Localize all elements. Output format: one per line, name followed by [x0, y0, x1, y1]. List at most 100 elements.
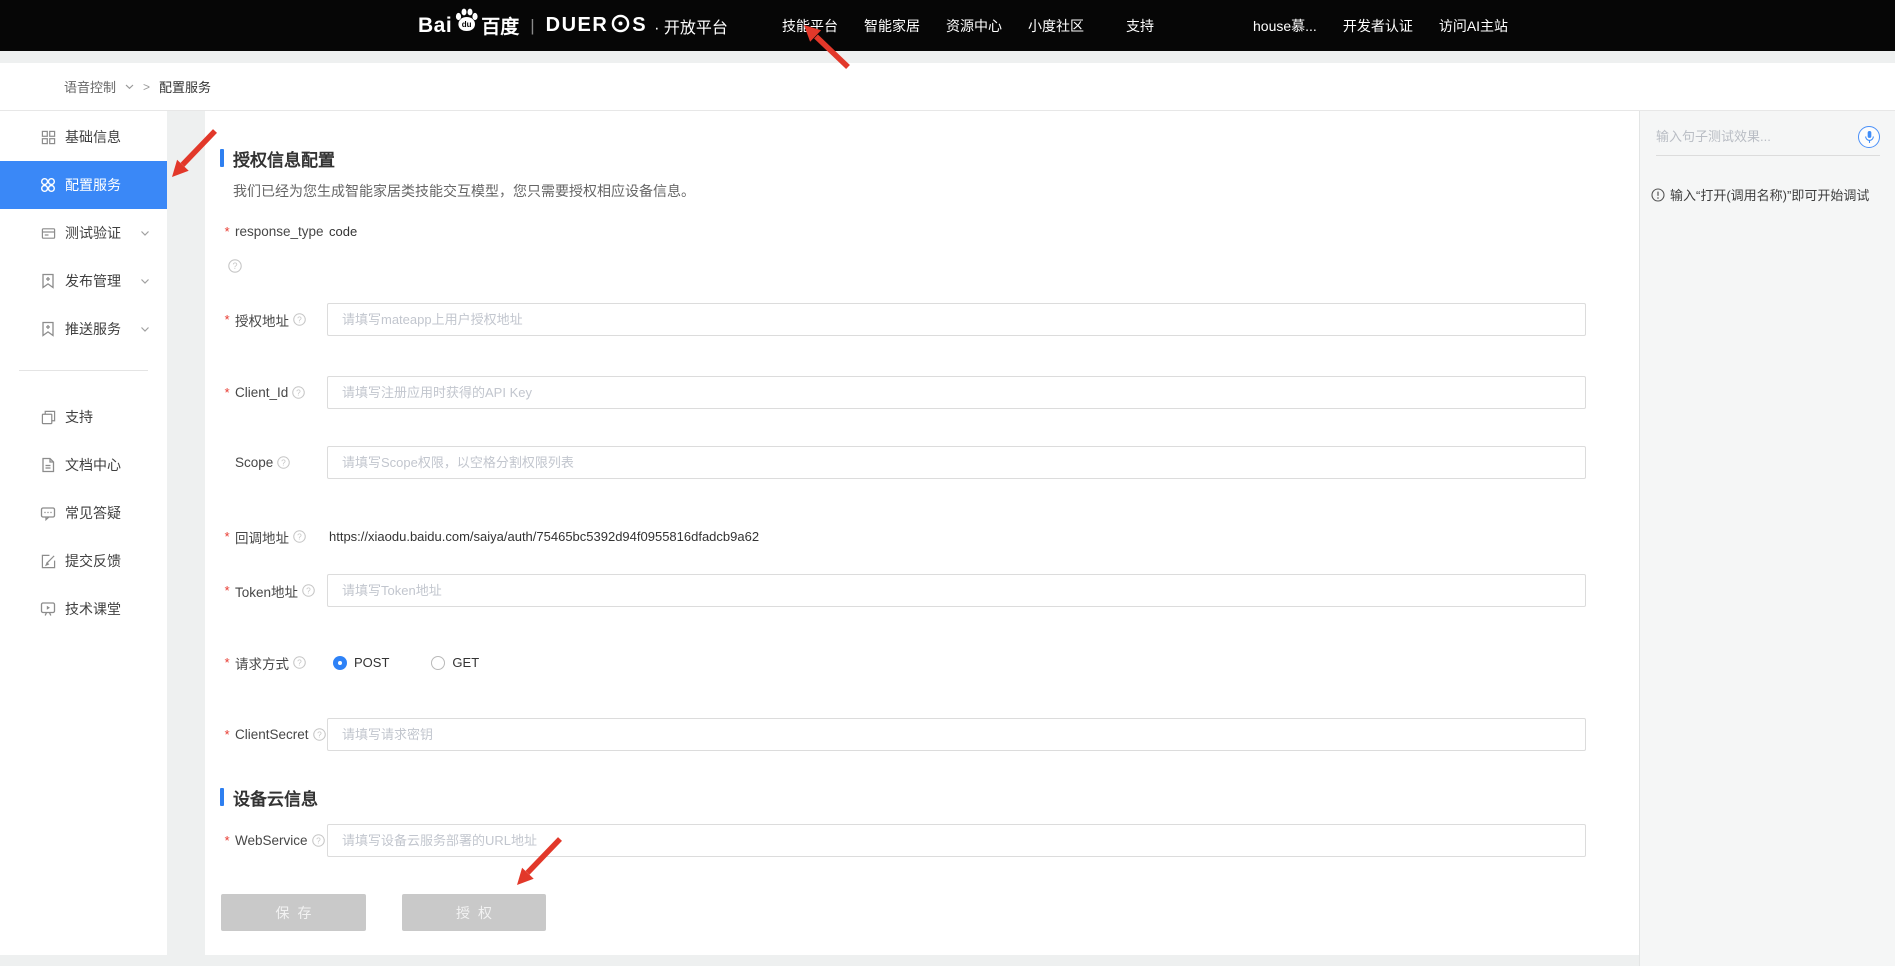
section-title-auth-config: 授权信息配置 — [220, 148, 335, 168]
sidebar-item-support[interactable]: 支持 — [0, 393, 167, 441]
nav-item-support[interactable]: 支持 — [1126, 16, 1154, 36]
required-asterisk: * — [224, 727, 232, 742]
test-sentence-row — [1656, 118, 1880, 156]
info-icon — [1651, 188, 1665, 202]
sidebar-item-basic-info[interactable]: 基础信息 — [0, 113, 167, 161]
nav-item-smart-home[interactable]: 智能家居 — [864, 16, 920, 36]
svg-text:?: ? — [297, 531, 302, 541]
chevron-down-icon[interactable] — [140, 278, 150, 285]
sidebar-item-faq[interactable]: 常见答疑 — [0, 489, 167, 537]
chevron-down-icon[interactable] — [140, 326, 150, 333]
sidebar-item-config-service[interactable]: 配置服务 — [0, 161, 167, 209]
document-icon — [40, 457, 56, 473]
visit-ai-site-link[interactable]: 访问AI主站 — [1439, 16, 1508, 36]
navbar-menu: 技能平台 智能家居 资源中心 小度社区 支持 — [782, 0, 1154, 51]
nav-item-xiaodu-community[interactable]: 小度社区 — [1028, 16, 1084, 36]
sidebar: 基础信息 配置服务 测试验证 发布管理 — [0, 111, 167, 955]
svg-text:?: ? — [317, 729, 322, 739]
token-url-input[interactable] — [327, 574, 1586, 607]
help-icon[interactable]: ? — [312, 834, 325, 847]
breadcrumb-separator: > — [143, 80, 150, 94]
dueros-logo-s: S — [632, 14, 647, 37]
chevron-down-icon[interactable] — [125, 84, 134, 90]
test-sentence-input[interactable] — [1656, 129, 1841, 144]
baidu-logo-cn: 百度 — [481, 12, 519, 39]
sidebar-item-test-verify[interactable]: 测试验证 — [0, 209, 167, 257]
test-hint: 输入“打开(调用名称)”即可开始调试 — [1651, 185, 1869, 204]
client-id-input[interactable] — [327, 376, 1586, 409]
bookmark-plus-icon — [40, 321, 56, 337]
scope-input[interactable] — [327, 446, 1586, 479]
copy-icon — [40, 410, 56, 425]
field-row-response-type: * response_type code — [224, 221, 357, 241]
username[interactable]: house慕... — [1253, 16, 1317, 36]
section-subtitle: 我们已经为您生成智能家居类技能交互模型，您只需要授权相应设备信息。 — [233, 181, 695, 201]
field-label: * WebService ? — [224, 833, 327, 848]
field-label: * 请求方式 ? — [224, 653, 327, 673]
save-button[interactable]: 保存 — [221, 894, 366, 931]
field-row-client-secret: * ClientSecret ? — [224, 718, 1586, 751]
main-panel: 授权信息配置 我们已经为您生成智能家居类技能交互模型，您只需要授权相应设备信息。… — [205, 111, 1639, 955]
request-method-radio-group: POST GET — [333, 655, 479, 670]
required-asterisk: * — [224, 385, 232, 400]
help-icon[interactable]: ? — [302, 584, 315, 597]
help-icon[interactable]: ? — [293, 313, 306, 326]
presentation-play-icon — [40, 601, 56, 617]
microphone-button[interactable] — [1858, 126, 1880, 148]
response-type-value: code — [329, 224, 357, 239]
svg-text:?: ? — [316, 835, 321, 845]
clover-icon — [40, 177, 56, 193]
logo-divider: | — [530, 16, 534, 36]
help-icon[interactable]: ? — [228, 259, 242, 273]
field-label: * response_type — [224, 224, 327, 239]
section-title-bar — [220, 788, 224, 806]
grid-icon — [40, 130, 56, 145]
sidebar-item-label: 发布管理 — [65, 271, 121, 291]
help-icon[interactable]: ? — [277, 456, 290, 469]
radio-post[interactable]: POST — [333, 655, 389, 670]
nav-item-skill-platform[interactable]: 技能平台 — [782, 16, 838, 36]
section-title-text: 授权信息配置 — [233, 146, 335, 171]
web-service-input[interactable] — [327, 824, 1586, 857]
nav-item-resource-center[interactable]: 资源中心 — [946, 16, 1002, 36]
sidebar-item-feedback[interactable]: 提交反馈 — [0, 537, 167, 585]
help-icon[interactable]: ? — [313, 728, 326, 741]
required-asterisk: * — [224, 224, 232, 239]
chevron-down-icon[interactable] — [140, 230, 150, 237]
help-icon[interactable]: ? — [293, 530, 306, 543]
field-row-token-url: * Token地址 ? — [224, 574, 1586, 607]
section-title-bar — [220, 149, 224, 167]
bookmark-plus-icon — [40, 273, 56, 289]
field-label: * ClientSecret ? — [224, 727, 327, 742]
sidebar-item-publish-manage[interactable]: 发布管理 — [0, 257, 167, 305]
sidebar-item-label: 文档中心 — [65, 455, 121, 475]
client-secret-input[interactable] — [327, 718, 1586, 751]
breadcrumb-parent[interactable]: 语音控制 — [64, 77, 116, 96]
sidebar-item-label: 支持 — [65, 407, 93, 427]
svg-text:du: du — [462, 20, 472, 29]
open-platform-label: · 开放平台 — [654, 14, 728, 38]
required-asterisk: * — [224, 529, 232, 544]
baidu-dueros-logo[interactable]: Bai du 百度 | DUER S · 开放平台 — [418, 0, 728, 51]
field-label: * Scope ? — [224, 455, 327, 470]
developer-cert-link[interactable]: 开发者认证 — [1343, 16, 1413, 36]
sidebar-item-tech-class[interactable]: 技术课堂 — [0, 585, 167, 633]
field-label: * 回调地址 ? — [224, 527, 327, 547]
section-title-text: 设备云信息 — [233, 785, 318, 810]
help-icon[interactable]: ? — [293, 656, 306, 669]
sidebar-item-label: 基础信息 — [65, 127, 121, 147]
svg-text:?: ? — [297, 314, 302, 324]
authorize-button[interactable]: 授权 — [402, 894, 546, 931]
sidebar-item-doc-center[interactable]: 文档中心 — [0, 441, 167, 489]
baidu-paw-icon: du — [453, 7, 480, 38]
auth-url-input[interactable] — [327, 303, 1586, 336]
field-row-request-method: * 请求方式 ? POST GET — [224, 646, 479, 679]
sidebar-item-push-service[interactable]: 推送服务 — [0, 305, 167, 353]
section-title-device-cloud: 设备云信息 — [220, 787, 318, 807]
breadcrumb-bar: 语音控制 > 配置服务 — [0, 63, 1895, 111]
sidebar-item-label: 推送服务 — [65, 319, 121, 339]
help-icon[interactable]: ? — [292, 386, 305, 399]
required-asterisk: * — [224, 833, 232, 848]
field-row-auth-url: * 授权地址 ? — [224, 303, 1586, 336]
radio-get[interactable]: GET — [431, 655, 479, 670]
